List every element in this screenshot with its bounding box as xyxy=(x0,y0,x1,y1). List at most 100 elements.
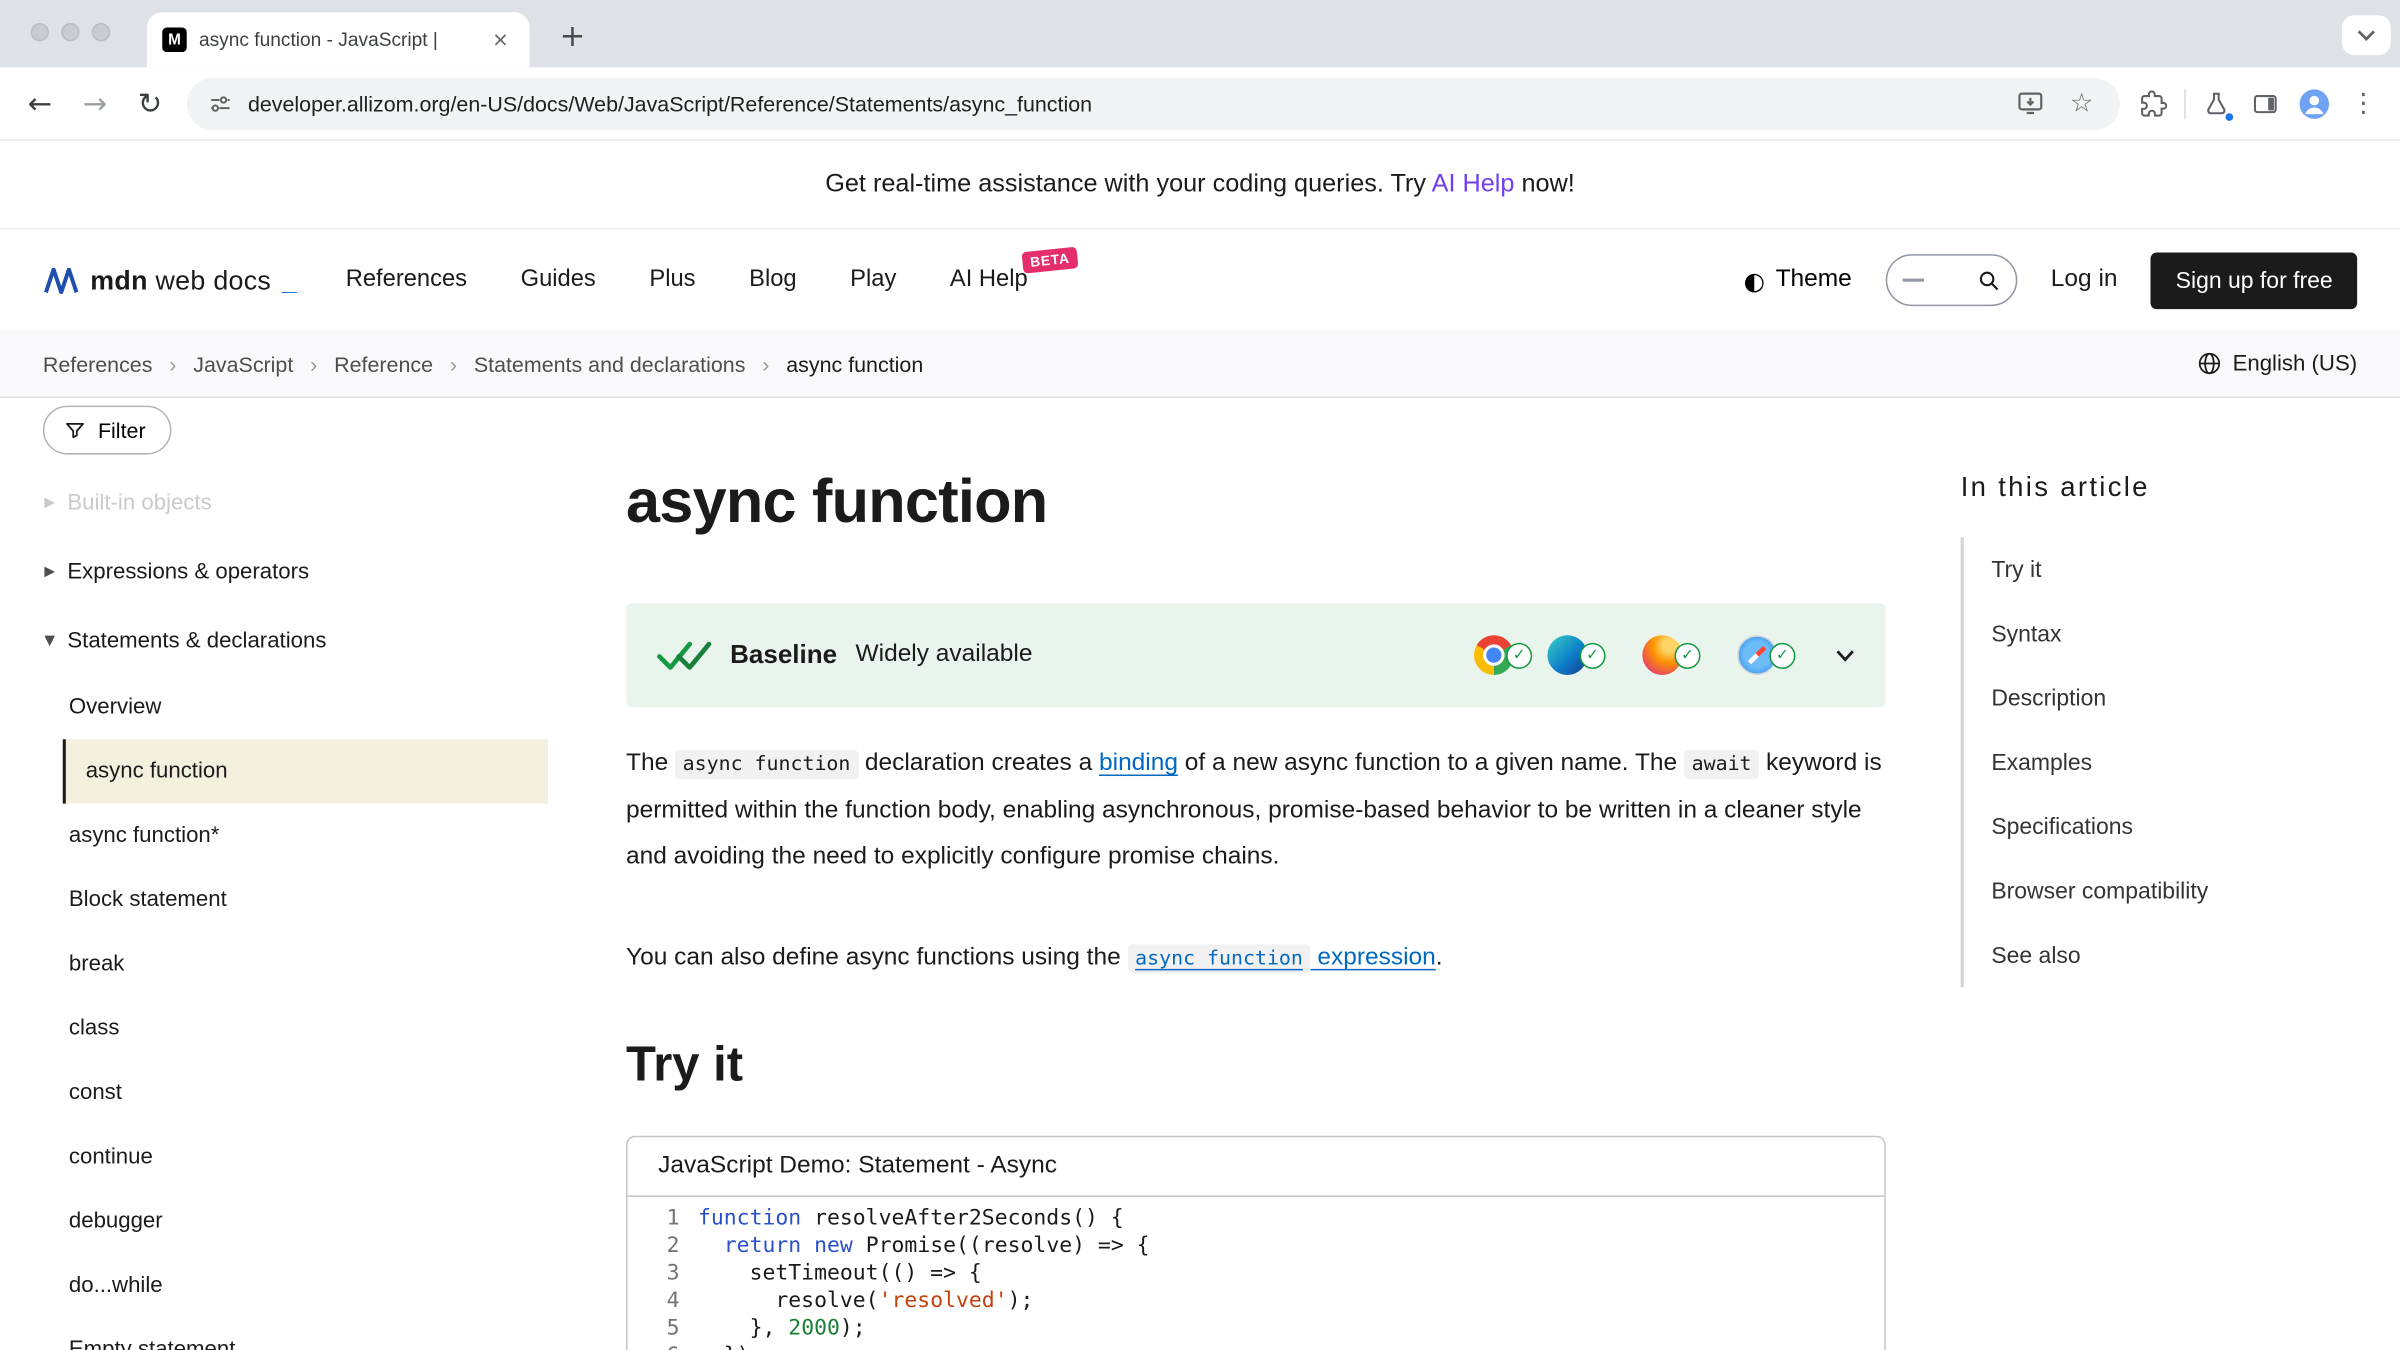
sidebar: Filter ▶ Built-in objects ▶ Expressions … xyxy=(43,406,548,1350)
tryit-heading: Try it xyxy=(626,1035,1886,1093)
nav-item-ai-help[interactable]: AI HelpBETA xyxy=(950,266,1028,294)
sidebar-item-async-function-star[interactable]: async function* xyxy=(43,804,548,868)
sidebar-item-empty-statement[interactable]: Empty statement xyxy=(43,1318,548,1350)
nav-item-plus[interactable]: Plus xyxy=(649,266,695,294)
check-badge-icon: ✓ xyxy=(1674,642,1700,668)
toc-item-see-also[interactable]: See also xyxy=(1991,923,2361,987)
new-tab-button[interactable]: + xyxy=(551,14,594,57)
install-app-button[interactable] xyxy=(2013,86,2047,120)
theme-icon: ◐ xyxy=(1743,266,1764,295)
nav-item-guides[interactable]: Guides xyxy=(521,266,596,294)
mdn-logo-mark-icon xyxy=(43,267,80,293)
sidebar-item-class[interactable]: class xyxy=(43,996,548,1060)
sidebar-item-async-function[interactable]: async function xyxy=(63,739,548,803)
expanded-triangle-icon: ▼ xyxy=(44,633,55,648)
theme-button[interactable]: ◐ Theme xyxy=(1743,266,1851,295)
menu-button[interactable]: ⋮ xyxy=(2339,79,2388,128)
minimize-window-button[interactable] xyxy=(61,23,79,41)
breadcrumb-javascript[interactable]: JavaScript xyxy=(193,351,293,375)
avatar-icon xyxy=(2297,86,2331,120)
signup-button[interactable]: Sign up for free xyxy=(2151,252,2357,309)
ai-help-link[interactable]: AI Help xyxy=(1432,170,1515,198)
async-function-expression-link[interactable]: async function expression xyxy=(1128,944,1436,970)
toc-item-browser-compatibility[interactable]: Browser compatibility xyxy=(1991,859,2361,923)
promo-text-before: Get real-time assistance with your codin… xyxy=(825,170,1431,198)
url-text[interactable]: developer.allizom.org/en-US/docs/Web/Jav… xyxy=(248,91,1997,115)
toc-item-description[interactable]: Description xyxy=(1991,666,2361,730)
sidebar-section-built-in-objects[interactable]: ▶ Built-in objects xyxy=(43,468,548,537)
sidebar-item-overview[interactable]: Overview xyxy=(43,675,548,739)
search-icon[interactable] xyxy=(1977,269,2000,292)
toc-heading: In this article xyxy=(1961,471,2362,503)
breadcrumb-references[interactable]: References xyxy=(43,351,153,375)
toc-item-syntax[interactable]: Syntax xyxy=(1991,602,2361,666)
demo-editor[interactable]: 123456 function resolveAfter2Seconds() {… xyxy=(628,1197,1885,1350)
paragraph-text: of a new async function to a given name.… xyxy=(1178,750,1684,776)
demo-code[interactable]: function resolveAfter2Seconds() { return… xyxy=(680,1205,1150,1350)
sidebar-section-statements-declarations[interactable]: ▼ Statements & declarations xyxy=(43,606,548,675)
baseline-expand-button[interactable] xyxy=(1835,648,1855,662)
forward-button[interactable]: → xyxy=(67,77,122,129)
nav-item-references[interactable]: References xyxy=(346,266,467,294)
demo-line-numbers: 123456 xyxy=(628,1205,680,1350)
sidebar-item-break[interactable]: break xyxy=(43,932,548,996)
reload-button[interactable]: ↻ xyxy=(122,77,177,129)
baseline-check-icon xyxy=(657,637,712,674)
sidebar-item-continue[interactable]: continue xyxy=(43,1125,548,1189)
back-button[interactable]: ← xyxy=(12,77,67,129)
intro-paragraph: The async function declaration creates a… xyxy=(626,741,1886,880)
window-controls xyxy=(31,23,111,41)
language-button[interactable]: English (US) xyxy=(2196,351,2357,377)
sidebar-section-label: Statements & declarations xyxy=(67,628,326,652)
search-input[interactable] xyxy=(1885,254,2017,306)
content-area: Filter ▶ Built-in objects ▶ Expressions … xyxy=(0,398,2400,1350)
chevron-down-icon xyxy=(2357,29,2375,41)
side-panel-button[interactable] xyxy=(2241,79,2290,128)
profile-avatar-button[interactable] xyxy=(2290,79,2339,128)
promo-text-after: now! xyxy=(1514,170,1574,198)
breadcrumb-reference[interactable]: Reference xyxy=(334,351,433,375)
paragraph-text: . xyxy=(1436,944,1443,970)
omnibox[interactable]: developer.allizom.org/en-US/docs/Web/Jav… xyxy=(187,77,2120,129)
toolbar-divider xyxy=(2184,88,2186,119)
experiments-button[interactable] xyxy=(2192,79,2241,128)
mdn-logo[interactable]: mdn web docs _ xyxy=(43,264,297,296)
tab-close-button[interactable]: × xyxy=(487,28,515,51)
site-info-icon[interactable] xyxy=(208,91,232,115)
close-window-button[interactable] xyxy=(31,23,49,41)
zoom-window-button[interactable] xyxy=(92,23,110,41)
binding-link[interactable]: binding xyxy=(1099,750,1178,776)
browser-tab[interactable]: M async function - JavaScript | × xyxy=(147,12,530,67)
filter-label: Filter xyxy=(98,418,146,442)
tab-search-button[interactable] xyxy=(2342,15,2391,55)
sidebar-item-block-statement[interactable]: Block statement xyxy=(43,868,548,932)
nav-item-play[interactable]: Play xyxy=(850,266,896,294)
funnel-icon xyxy=(64,419,85,440)
sidebar-item-const[interactable]: const xyxy=(43,1061,548,1125)
interactive-demo: JavaScript Demo: Statement - Async 12345… xyxy=(626,1136,1886,1350)
sidebar-item-do-while[interactable]: do...while xyxy=(43,1254,548,1318)
page-title: async function xyxy=(626,465,1886,538)
safari-support: ✓ xyxy=(1737,635,1795,675)
toc-item-examples[interactable]: Examples xyxy=(1991,730,2361,794)
toc-item-try-it[interactable]: Try it xyxy=(1991,537,2361,601)
toc-item-specifications[interactable]: Specifications xyxy=(1991,794,2361,858)
baseline-status: Widely available xyxy=(856,641,1033,669)
sidebar-section-label: Expressions & operators xyxy=(67,559,309,583)
bookmark-star-button[interactable]: ☆ xyxy=(2065,86,2099,120)
nav-item-blog[interactable]: Blog xyxy=(749,266,796,294)
check-badge-icon: ✓ xyxy=(1769,642,1795,668)
chrome-support: ✓ xyxy=(1474,635,1532,675)
login-link[interactable]: Log in xyxy=(2051,266,2118,294)
firefox-support: ✓ xyxy=(1642,635,1700,675)
notification-dot xyxy=(2224,111,2235,122)
sidebar-section-expressions-operators[interactable]: ▶ Expressions & operators xyxy=(43,537,548,606)
sidebar-item-debugger[interactable]: debugger xyxy=(43,1189,548,1253)
breadcrumb-statements[interactable]: Statements and declarations xyxy=(474,351,746,375)
inline-code: async function xyxy=(1128,944,1311,973)
install-icon xyxy=(2015,89,2044,118)
breadcrumb-separator: › xyxy=(310,351,317,375)
filter-button[interactable]: Filter xyxy=(43,406,172,455)
extensions-button[interactable] xyxy=(2129,79,2178,128)
paragraph-text: declaration creates a xyxy=(858,750,1099,776)
